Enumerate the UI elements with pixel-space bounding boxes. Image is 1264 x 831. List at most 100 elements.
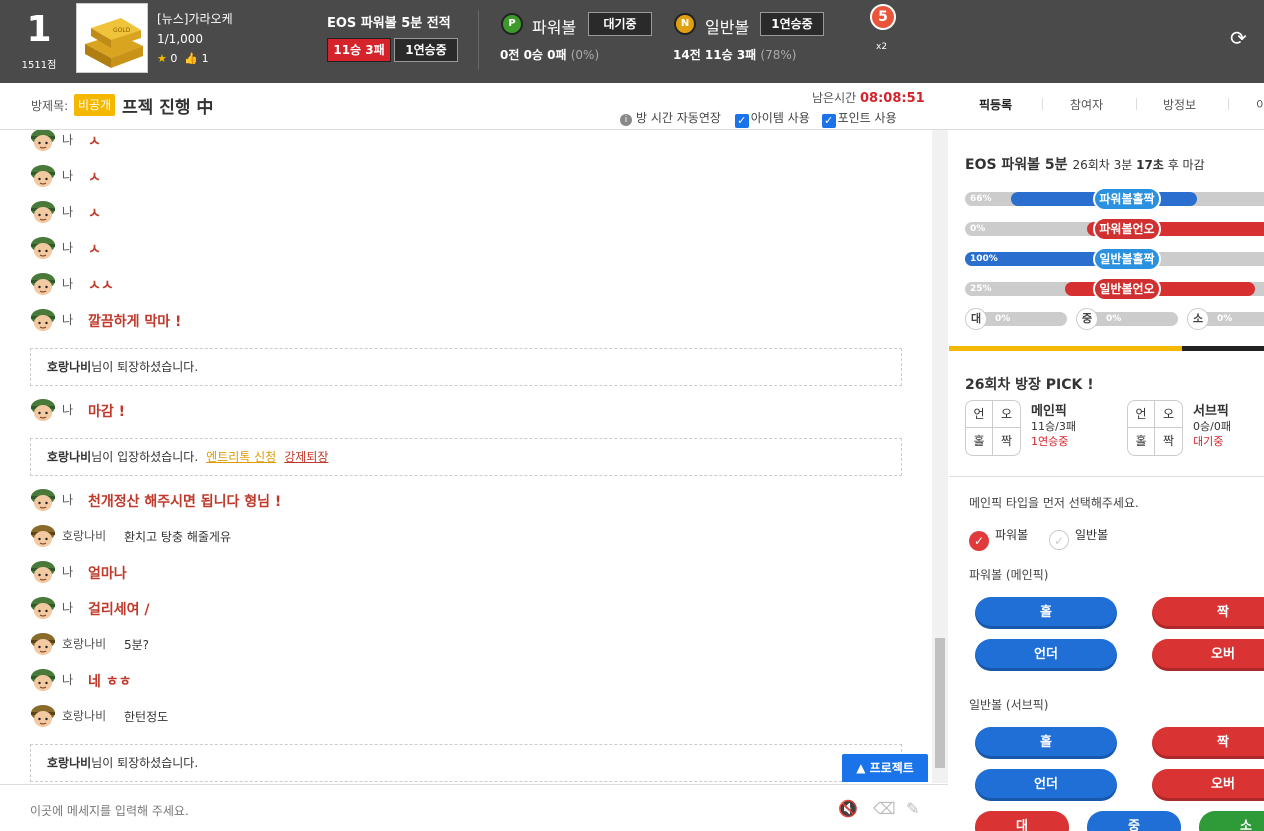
grid-over: 오 bbox=[1155, 401, 1182, 428]
rank-block: 1 1511점 bbox=[16, 8, 62, 71]
normalball-odd-button[interactable]: 홀 bbox=[975, 727, 1117, 759]
normalball-record: 14전 11승 3패 (78%) bbox=[673, 46, 796, 63]
radio-normalball[interactable]: ✓ 일반볼 bbox=[1049, 526, 1108, 550]
sender-name[interactable]: 나 bbox=[62, 563, 73, 580]
tab-more[interactable]: 이 bbox=[1256, 96, 1264, 113]
grid-even: 짝 bbox=[1162, 434, 1175, 448]
size-ratio-bar: 대 0% bbox=[965, 308, 1067, 330]
sub-pick-grid: 언 오 홀 짝 bbox=[1127, 400, 1183, 456]
room-title-label: 방제목: bbox=[31, 99, 69, 113]
powerball-over-button[interactable]: 오버 bbox=[1152, 639, 1264, 671]
like-count: 1 bbox=[201, 52, 209, 65]
chat-scrollbar[interactable] bbox=[932, 130, 948, 783]
tab-divider bbox=[1136, 98, 1137, 110]
size-label: 소 bbox=[1187, 308, 1209, 330]
sender-name[interactable]: 나 bbox=[62, 401, 73, 418]
soldier-avatar-icon bbox=[30, 200, 56, 224]
point-use-checkbox[interactable]: ✓ bbox=[821, 114, 836, 128]
protect-button[interactable]: ▲ 프로젝트 bbox=[842, 754, 928, 782]
size-ratio-bar: 소 0% bbox=[1187, 308, 1264, 330]
normalball-mid-button[interactable]: 중 bbox=[1087, 811, 1181, 831]
sender-name[interactable]: 호랑나비 bbox=[62, 635, 106, 652]
scrollbar-thumb[interactable] bbox=[935, 638, 945, 768]
kick-link[interactable]: 강제퇴장 bbox=[284, 450, 328, 464]
ratio-percent: 0% bbox=[970, 224, 986, 234]
progress-count: 1/1,000 bbox=[157, 32, 204, 46]
round-seconds: 17초 bbox=[1136, 158, 1164, 172]
system-text: 님이 퇴장하셨습니다. bbox=[91, 360, 199, 374]
chat-input[interactable]: 이곳에 메세지를 입력해 주세요. bbox=[30, 802, 189, 819]
sender-name[interactable]: 나 bbox=[62, 491, 73, 508]
refresh-icon[interactable]: ⟳ bbox=[1230, 26, 1247, 50]
room-options: i방 시간 자동연장 ✓ 아이템 사용 ✓ 포인트 사용 bbox=[620, 109, 897, 128]
soldier-avatar-icon bbox=[30, 668, 56, 692]
chat-log[interactable]: 나 ㅅ 나 ㅅ 나 ㅅ 나 ㅅ 나 ㅅㅅ 나 깔끔하게 막마 ! 호랑나비님이 퇴장하셨습니다. 나 마감 … bbox=[0, 130, 948, 783]
magic-wand-icon[interactable]: ✎ bbox=[906, 799, 919, 818]
star-icon: ★ bbox=[157, 52, 167, 65]
powerball-record: 0전 0승 0패 (0%) bbox=[500, 46, 599, 63]
pick-instruction: 메인픽 타입을 먼저 선택해주세요. bbox=[969, 496, 1139, 510]
sender-name[interactable]: 나 bbox=[62, 167, 73, 184]
message-text: 깔끔하게 막마 ! bbox=[88, 314, 182, 330]
tab-participants[interactable]: 참여자 bbox=[1070, 96, 1103, 113]
grid-under: 언 bbox=[966, 401, 993, 428]
sender-name[interactable]: 나 bbox=[62, 599, 73, 616]
entry-talk-link[interactable]: 엔트리톡 신청 bbox=[206, 450, 276, 464]
soldier-avatar-icon bbox=[30, 488, 56, 512]
tab-room-info[interactable]: 방정보 bbox=[1163, 96, 1196, 113]
sender-name[interactable]: 호랑나비 bbox=[62, 527, 106, 544]
sender-name[interactable]: 호랑나비 bbox=[62, 707, 106, 724]
user-avatar-icon bbox=[30, 632, 56, 656]
pick-panel: EOS 파워볼 5분 26회차 3분 17초 후 마감 66%파워볼홀짝0%10… bbox=[949, 130, 1264, 831]
ratio-label: 일반볼언오 bbox=[1093, 277, 1161, 301]
powerball-under-button[interactable]: 언더 bbox=[975, 639, 1117, 671]
soldier-avatar-icon bbox=[30, 272, 56, 296]
sender-name[interactable]: 나 bbox=[62, 275, 73, 292]
star-count: 0 bbox=[170, 52, 178, 65]
sub-pick-record: 0승/0패 bbox=[1193, 420, 1231, 433]
radio-normalball-label: 일반볼 bbox=[1075, 528, 1109, 542]
soldier-avatar-icon bbox=[30, 308, 56, 332]
sender-name[interactable]: 나 bbox=[62, 203, 73, 220]
radio-powerball[interactable]: ✓ 파워볼 bbox=[969, 526, 1028, 551]
eraser-icon[interactable]: ⌫ bbox=[873, 799, 896, 818]
sub-pick-title: 서브픽 bbox=[1193, 404, 1229, 419]
item-use-label: 아이템 사용 bbox=[750, 111, 810, 125]
normalball-even-button[interactable]: 짝 bbox=[1152, 727, 1264, 759]
normalball-status: 1연승중 bbox=[760, 12, 824, 36]
system-user: 호랑나비 bbox=[47, 450, 92, 464]
remaining-label: 남은시간 bbox=[812, 91, 857, 105]
radio-powerball-label: 파워볼 bbox=[995, 528, 1029, 542]
system-message: 호랑나비님이 입장하셨습니다. 엔트리톡 신청 강제퇴장 bbox=[30, 438, 902, 476]
tab-pick-register[interactable]: 픽등록 bbox=[979, 96, 1012, 113]
sender-name[interactable]: 나 bbox=[62, 311, 73, 328]
normalball-over-button[interactable]: 오버 bbox=[1152, 769, 1264, 801]
sender-name[interactable]: 나 bbox=[62, 671, 73, 688]
remaining-value: 08:08:51 bbox=[860, 91, 925, 106]
size-label: 대 bbox=[965, 308, 987, 330]
item-use-checkbox[interactable]: ✓ bbox=[734, 114, 749, 128]
ratio-label: 파워볼언오 bbox=[1093, 217, 1161, 241]
grid-even: 짝 bbox=[1000, 434, 1013, 448]
sender-name[interactable]: 나 bbox=[62, 131, 73, 148]
ratio-label: 파워볼홀짝 bbox=[1093, 187, 1161, 211]
message-text: 얼마나 bbox=[88, 566, 127, 582]
grid-under: 언 bbox=[1128, 401, 1155, 428]
normalball-small-button[interactable]: 소 bbox=[1199, 811, 1264, 831]
message-text: 5분? bbox=[124, 638, 150, 652]
sender-name[interactable]: 나 bbox=[62, 239, 73, 256]
message-text: 마감 ! bbox=[88, 404, 126, 420]
game-title: EOS 파워볼 5분 bbox=[965, 157, 1068, 173]
normalball-big-button[interactable]: 대 bbox=[975, 811, 1069, 831]
mute-icon[interactable]: 🔇 bbox=[838, 799, 858, 818]
point-use-label: 포인트 사용 bbox=[837, 111, 897, 125]
message-text: ㅅ bbox=[88, 134, 101, 150]
level-badge[interactable]: 5 bbox=[870, 4, 896, 30]
rank-number: 1 bbox=[26, 9, 52, 50]
powerball-even-button[interactable]: 짝 bbox=[1152, 597, 1264, 629]
size-ratio-bar: 중 0% bbox=[1076, 308, 1178, 330]
normalball-under-button[interactable]: 언더 bbox=[975, 769, 1117, 801]
grid-odd: 홀 bbox=[966, 428, 993, 455]
message-text: 네 ㅎㅎ bbox=[88, 674, 132, 690]
powerball-odd-button[interactable]: 홀 bbox=[975, 597, 1117, 629]
